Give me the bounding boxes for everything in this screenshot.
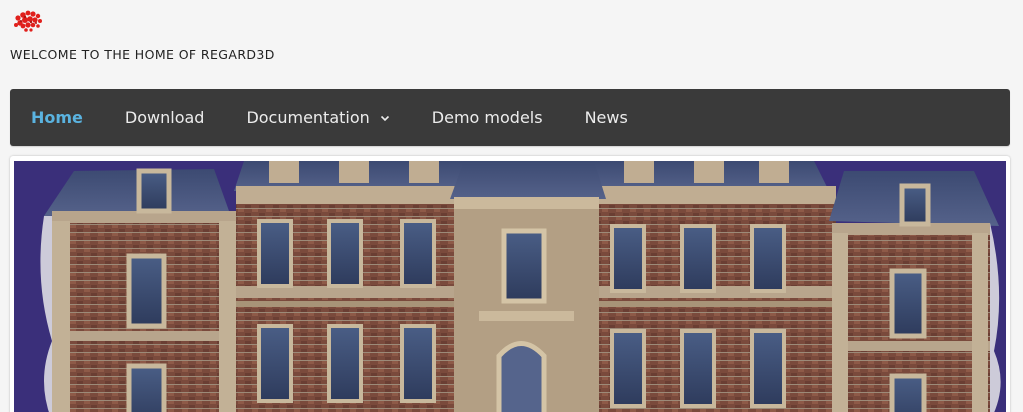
point-cloud-logo-icon[interactable] [10, 6, 46, 36]
main-navbar: Home Download Documentation Demo models … [10, 89, 1010, 146]
nav-item-download[interactable]: Download [125, 108, 205, 127]
nav-item-label: Demo models [431, 108, 543, 127]
site-tagline: WELCOME TO THE HOME OF REGARD3D [10, 47, 275, 62]
page: WELCOME TO THE HOME OF REGARD3D Home Dow… [0, 0, 1023, 412]
nav-item-news[interactable]: News [585, 108, 628, 127]
nav-item-home[interactable]: Home [31, 108, 83, 127]
hero-image-frame [10, 156, 1010, 412]
nav-item-label: Home [31, 108, 83, 127]
nav-item-label: Download [124, 108, 205, 127]
nav-item-label: Documentation [246, 108, 370, 127]
hero-building-image [14, 161, 1006, 412]
chevron-down-icon [380, 115, 389, 121]
nav-item-label: News [584, 108, 628, 127]
nav-item-demo-models[interactable]: Demo models [432, 108, 543, 127]
nav-item-documentation[interactable]: Documentation [246, 108, 389, 127]
